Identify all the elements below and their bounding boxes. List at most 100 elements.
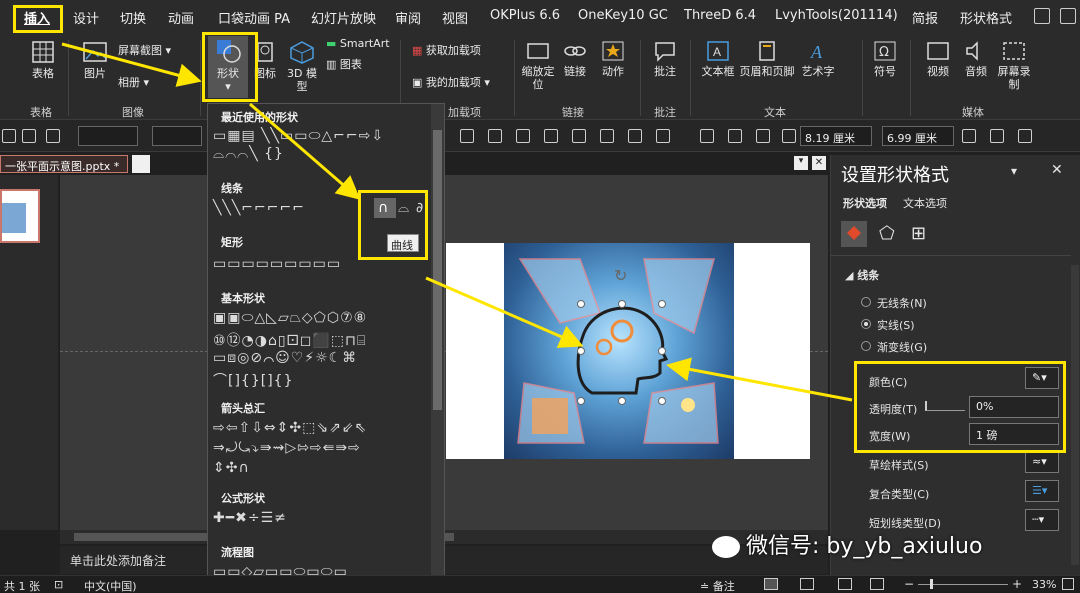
toolbar-icon[interactable]	[544, 129, 558, 143]
pane-scrollbar[interactable]	[1071, 265, 1079, 565]
document-tab[interactable]: 一张平面示意图.pptx *	[0, 155, 128, 173]
wordart-button[interactable]: A 艺术字	[800, 40, 836, 78]
tab-animations[interactable]: 动画	[168, 8, 194, 27]
lines-row[interactable]: ╲╲╲⌐⌐⌐⌐⌐	[213, 200, 305, 216]
tab-slideshow[interactable]: 幻灯片放映	[311, 8, 376, 27]
font-box[interactable]	[78, 126, 138, 146]
arrows-row[interactable]: ⇕✣∩	[213, 460, 250, 476]
shape-height-field[interactable]: 6.99 厘米	[882, 126, 954, 146]
slideshow-view-icon[interactable]	[870, 578, 884, 590]
rectangles-row[interactable]: ▭▭▭▭▭▭▭▭▭	[213, 256, 341, 272]
toolbar-icon[interactable]	[962, 129, 976, 143]
screenshot-button[interactable]: 屏幕截图 ▾	[118, 44, 190, 57]
screen-record-button[interactable]: 屏幕录制	[996, 40, 1032, 91]
fill-line-icon[interactable]	[841, 221, 867, 247]
resize-handle[interactable]	[618, 300, 626, 308]
resize-handle[interactable]	[618, 397, 626, 405]
close-icon[interactable]: ✕	[812, 156, 826, 170]
tab-text-options[interactable]: 文本选项	[903, 195, 947, 211]
dropdown-scrollbar-thumb[interactable]	[433, 130, 442, 410]
toolbar-icon[interactable]	[2, 129, 16, 143]
sorter-view-icon[interactable]	[800, 578, 814, 590]
zoom-button[interactable]: 缩放定位	[520, 40, 556, 91]
pane-options-icon[interactable]: ▾	[1011, 164, 1017, 178]
reading-view-icon[interactable]	[838, 578, 852, 590]
zoom-out-icon[interactable]: −	[904, 577, 914, 591]
toolbar-icon[interactable]	[990, 129, 1004, 143]
tab-onekey[interactable]: OneKey10 GC	[578, 8, 668, 23]
arrows-row[interactable]: ⇨⇦⇧⇩⇔⇕✣⬚⇘⇗⇙⇖	[213, 420, 367, 436]
accessibility-icon[interactable]: ⊡	[54, 578, 63, 591]
tab-threed[interactable]: ThreeD 6.4	[684, 8, 756, 23]
resize-handle[interactable]	[577, 347, 585, 355]
chart-button[interactable]: ▥ 图表	[326, 58, 376, 71]
get-addins-button[interactable]: ▦ 获取加载项	[412, 44, 498, 57]
resize-handle[interactable]	[658, 347, 666, 355]
arrows-row[interactable]: ⇒⤾⤿⤵⇛⇝▷⇰⇨⇚⇛⇨	[213, 440, 361, 456]
header-footer-button[interactable]: 页眉和页脚	[738, 40, 796, 78]
tab-shape-options[interactable]: 形状选项	[843, 195, 887, 211]
equation-row[interactable]: ✚━✖÷☰≠	[213, 510, 287, 526]
comment-button[interactable]: 批注	[650, 40, 680, 78]
resize-handle[interactable]	[577, 300, 585, 308]
symbol-button[interactable]: Ω 符号	[870, 40, 900, 78]
new-tab-button[interactable]	[132, 155, 150, 173]
sketch-style-dropdown[interactable]: ≈▾	[1025, 451, 1059, 473]
tab-view[interactable]: 视图	[442, 8, 468, 27]
normal-view-icon[interactable]	[764, 578, 778, 590]
zoom-level[interactable]: 33%	[1032, 578, 1056, 591]
link-button[interactable]: 链接	[562, 40, 588, 78]
tab-pocket-animation[interactable]: 口袋动画 PA	[218, 8, 290, 27]
comments-icon[interactable]	[1060, 8, 1076, 24]
dash-type-dropdown[interactable]: ┄▾	[1025, 509, 1059, 531]
toolbar-icon[interactable]	[756, 129, 770, 143]
album-button[interactable]: 相册 ▾	[118, 76, 178, 89]
shape-width-field[interactable]: 8.19 厘米	[800, 126, 872, 146]
toolbar-icon[interactable]	[488, 129, 502, 143]
size-properties-icon[interactable]: ⊞	[911, 223, 926, 244]
basic-shapes-row[interactable]: ▭⧈◎⊘⌒☺♡⚡☼☾⌘	[213, 350, 357, 366]
notes-button[interactable]: ≐ 备注	[700, 578, 735, 593]
gear-icon[interactable]	[700, 129, 714, 143]
toolbar-icon[interactable]	[782, 129, 796, 143]
tab-briefing[interactable]: 简报	[912, 8, 938, 27]
effects-icon[interactable]: ⬠	[879, 223, 895, 244]
table-button[interactable]: 表格	[28, 40, 58, 80]
basic-shapes-row[interactable]: ⌒[]{}[]{}	[213, 370, 293, 390]
toolbar-icon[interactable]	[516, 129, 530, 143]
solid-line-radio[interactable]	[861, 319, 871, 329]
undo-icon[interactable]	[46, 129, 60, 143]
recent-shapes-row[interactable]: ▭▦▤ ╲╲▭▭⬭△⌐⌐⇨⇩	[213, 128, 384, 144]
recent-shapes-row[interactable]: ⌓⌒⌒╲ {}	[213, 146, 284, 162]
compound-type-dropdown[interactable]: ☰▾	[1025, 480, 1059, 502]
toolbar-icon[interactable]	[628, 129, 642, 143]
tab-review[interactable]: 审阅	[395, 8, 421, 27]
slide-thumbnail[interactable]	[0, 189, 40, 243]
tab-design[interactable]: 设计	[73, 8, 99, 27]
toolbar-icon[interactable]	[1018, 129, 1032, 143]
zoom-in-icon[interactable]: +	[1012, 577, 1022, 591]
language-status[interactable]: 中文(中国)	[84, 578, 137, 593]
action-button[interactable]: 动作	[598, 40, 628, 78]
tab-lvyhtools[interactable]: LvyhTools(201114)	[775, 8, 898, 23]
pane-close-icon[interactable]: ✕	[1051, 162, 1063, 178]
audio-button[interactable]: 音频	[958, 40, 994, 78]
toolbar-icon[interactable]	[600, 129, 614, 143]
resize-handle[interactable]	[577, 397, 585, 405]
textbox-button[interactable]: A 文本框	[700, 40, 736, 78]
tab-okplus[interactable]: OKPlus 6.6	[490, 8, 560, 23]
section-line-header[interactable]: ◢ 线条	[845, 267, 879, 283]
toolbar-icon[interactable]	[572, 129, 586, 143]
share-icon[interactable]	[1034, 8, 1050, 24]
tab-transitions[interactable]: 切换	[120, 8, 146, 27]
smartart-button[interactable]: ▬ SmartArt	[326, 37, 390, 50]
size-box[interactable]	[152, 126, 202, 146]
video-button[interactable]: 视频	[920, 40, 956, 78]
picture-button[interactable]: 图片	[80, 40, 110, 80]
toolbar-icon[interactable]	[728, 129, 742, 143]
dropdown-icon[interactable]: ▾	[794, 156, 808, 170]
toolbar-icon[interactable]	[656, 129, 670, 143]
zoom-slider-thumb[interactable]	[930, 579, 933, 589]
tab-shape-format[interactable]: 形状格式	[960, 8, 1012, 27]
3d-model-button[interactable]: 3D 模型	[284, 40, 320, 93]
